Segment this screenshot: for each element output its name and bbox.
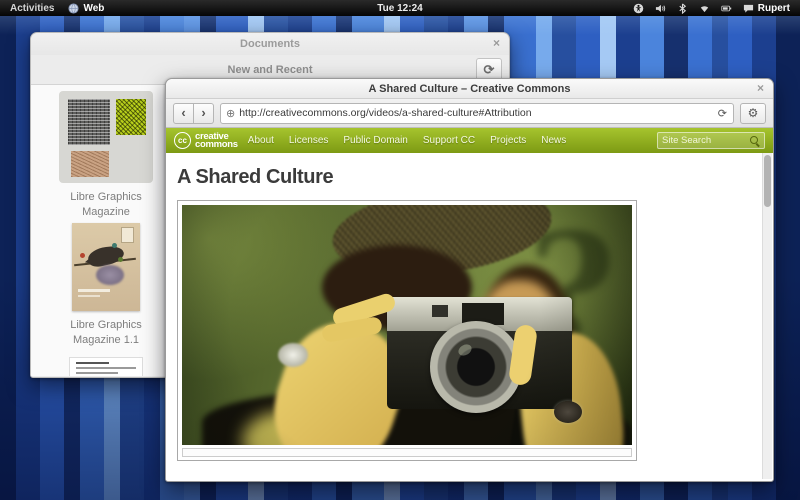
- document-thumbnail-collage: [59, 91, 153, 183]
- cover-flower-red: [80, 253, 85, 258]
- reload-icon[interactable]: ⟳: [718, 107, 727, 120]
- browser-titlebar[interactable]: A Shared Culture – Creative Commons ×: [166, 79, 773, 99]
- doc-text-line: [76, 362, 109, 364]
- photo-vignette: [182, 205, 632, 445]
- back-icon: ‹: [181, 105, 185, 120]
- page-title: A Shared Culture: [177, 166, 762, 189]
- document-item-libre-graphics-magazine-1-1[interactable]: Libre Graphics Magazine 1.1: [31, 223, 181, 348]
- gear-icon: ⚙: [748, 106, 759, 120]
- browser-toolbar: ‹ › ⊕ ⟳ ⚙: [166, 99, 773, 128]
- nav-link-licenses[interactable]: Licenses: [289, 135, 328, 146]
- web-app-icon: [68, 3, 79, 14]
- search-icon[interactable]: [749, 135, 761, 147]
- globe-icon: ⊕: [226, 107, 235, 120]
- document-label: Libre Graphics Magazine: [51, 190, 161, 220]
- document-item-libre-graphics-magazine[interactable]: Libre Graphics Magazine: [31, 91, 181, 220]
- nav-link-news[interactable]: News: [541, 135, 566, 146]
- collage-image-green: [116, 99, 146, 135]
- browser-window-title: A Shared Culture – Creative Commons: [369, 83, 571, 95]
- history-nav-group: ‹ ›: [173, 103, 214, 124]
- cc-logo[interactable]: cc creative commons: [174, 132, 238, 149]
- page-header: A Shared Culture: [166, 153, 773, 198]
- page-scrollbar[interactable]: [762, 153, 772, 479]
- cover-subtitle-line: [78, 295, 100, 297]
- bluetooth-icon[interactable]: [677, 3, 688, 14]
- video-embed[interactable]: ?: [177, 200, 637, 461]
- volume-icon[interactable]: [655, 3, 666, 14]
- app-menu[interactable]: Web: [68, 3, 104, 14]
- nav-link-about[interactable]: About: [248, 135, 274, 146]
- nav-link-projects[interactable]: Projects: [490, 135, 526, 146]
- collage-image-sketch: [71, 151, 109, 177]
- site-search-box[interactable]: [657, 132, 765, 149]
- desktop: Documents × New and Recent ⟳ Libre Graph…: [0, 0, 800, 500]
- accessibility-icon[interactable]: [633, 3, 644, 14]
- chat-bubble-icon: [743, 3, 754, 14]
- close-icon[interactable]: ×: [493, 36, 500, 50]
- site-search-input[interactable]: [658, 135, 749, 146]
- gnome-top-bar: Activities Web Tue 12:24 Rupert: [0, 0, 800, 16]
- user-menu[interactable]: Rupert: [743, 3, 790, 14]
- page-menu-button[interactable]: ⚙: [740, 103, 766, 124]
- nav-link-support-cc[interactable]: Support CC: [423, 135, 475, 146]
- cover-nest: [96, 265, 124, 285]
- back-button[interactable]: ‹: [173, 103, 194, 124]
- cover-stamp: [121, 227, 134, 243]
- cover-title-line: [78, 289, 110, 292]
- address-bar[interactable]: ⊕ ⟳: [220, 103, 734, 124]
- video-poster-photo[interactable]: ?: [182, 205, 632, 445]
- forward-button[interactable]: ›: [194, 103, 214, 124]
- url-input[interactable]: [239, 107, 712, 119]
- refresh-icon: ⟳: [484, 62, 495, 77]
- documents-toolbar-title: New and Recent: [228, 64, 313, 76]
- cover-flower-green: [118, 257, 123, 262]
- cc-logo-icon: cc: [174, 132, 191, 149]
- doc-text-line: [76, 367, 136, 369]
- clock[interactable]: Tue 12:24: [377, 3, 422, 14]
- video-controls-bar[interactable]: [182, 448, 632, 457]
- document-item-partial[interactable]: [69, 357, 143, 376]
- cc-logo-wordmark: creative commons: [195, 133, 238, 149]
- nav-link-public-domain[interactable]: Public Domain: [343, 135, 407, 146]
- cc-nav-links: About Licenses Public Domain Support CC …: [248, 135, 566, 146]
- browser-viewport: cc creative commons About Licenses Publi…: [166, 128, 773, 480]
- cc-site-navbar: cc creative commons About Licenses Publi…: [166, 128, 773, 153]
- doc-text-line: [76, 372, 118, 374]
- user-menu-label: Rupert: [758, 3, 790, 14]
- battery-icon[interactable]: [721, 3, 732, 14]
- close-icon[interactable]: ×: [757, 81, 764, 95]
- web-browser-window[interactable]: A Shared Culture – Creative Commons × ‹ …: [165, 78, 774, 482]
- document-label: Libre Graphics Magazine 1.1: [51, 318, 161, 348]
- activities-button[interactable]: Activities: [10, 3, 54, 14]
- forward-icon: ›: [201, 105, 205, 120]
- scrollbar-thumb[interactable]: [764, 155, 771, 207]
- collage-image-text: [68, 99, 110, 145]
- documents-titlebar[interactable]: Documents ×: [31, 33, 509, 55]
- cover-flower-teal: [112, 243, 117, 248]
- document-thumbnail-cover: [72, 223, 140, 311]
- network-wifi-icon[interactable]: [699, 3, 710, 14]
- documents-window-title: Documents: [240, 38, 300, 50]
- cc-logo-line2: commons: [195, 141, 238, 149]
- app-menu-label: Web: [83, 3, 104, 14]
